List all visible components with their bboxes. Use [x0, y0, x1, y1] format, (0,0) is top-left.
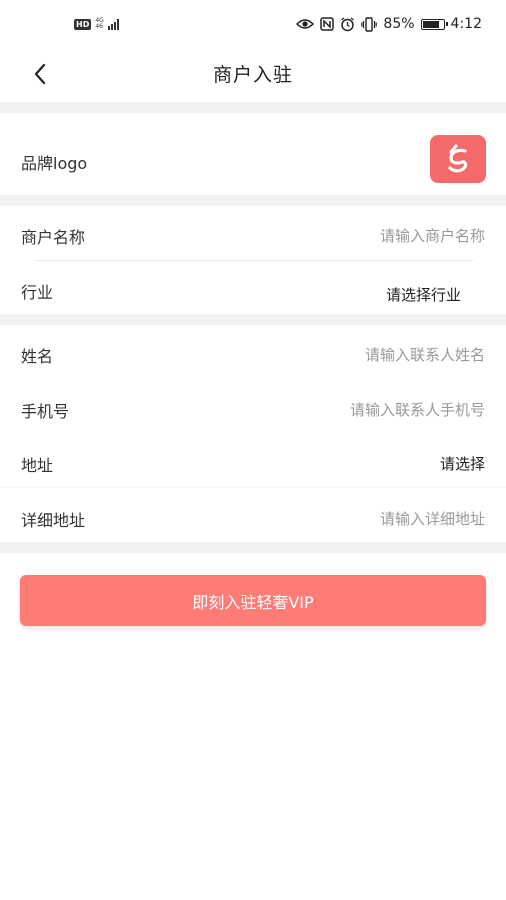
section-gap — [0, 542, 506, 553]
vibrate-icon — [361, 16, 378, 32]
address-label: 地址 — [21, 456, 54, 475]
contact-name-row[interactable]: 姓名 请输入联系人姓名 — [0, 325, 506, 379]
detail-address-label: 详细地址 — [21, 511, 86, 530]
nav-bar: 商户入驻 — [0, 46, 506, 102]
phone-label: 手机号 — [21, 402, 70, 421]
network-status: HD 4G 46 — [74, 16, 119, 32]
battery-level — [422, 20, 440, 28]
eye-icon — [296, 19, 315, 29]
brand-logo-label: 品牌logo — [21, 154, 88, 173]
merchant-name-input[interactable]: 请输入商户名称 — [380, 225, 485, 246]
section-gap — [0, 102, 506, 113]
network-type: 4G 46 — [95, 18, 103, 30]
merchant-name-row[interactable]: 商户名称 请输入商户名称 — [0, 206, 506, 260]
industry-row[interactable]: 行业 请选择行业 — [0, 261, 506, 314]
phone-input[interactable]: 请输入联系人手机号 — [350, 399, 485, 420]
clock: 4:12 — [450, 16, 482, 32]
detail-address-row[interactable]: 详细地址 请输入详细地址 — [0, 489, 506, 542]
industry-select[interactable]: 请选择行业 — [386, 284, 461, 305]
status-bar: HD 4G 46 85% 4:12 — [0, 0, 506, 46]
system-status: 85% 4:12 — [296, 14, 482, 34]
row-divider — [0, 487, 506, 488]
submit-button[interactable]: 即刻入驻轻奢VIP — [20, 575, 486, 626]
phone-row[interactable]: 手机号 请输入联系人手机号 — [0, 380, 506, 434]
industry-label: 行业 — [21, 283, 54, 302]
page-title: 商户入驻 — [212, 64, 293, 86]
network-type-bottom: 46 — [95, 23, 103, 30]
battery-icon — [420, 18, 448, 30]
signal-icon — [107, 18, 119, 30]
address-select[interactable]: 请选择 — [440, 453, 485, 474]
contact-name-input[interactable]: 请输入联系人姓名 — [365, 344, 485, 365]
section-gap — [0, 195, 506, 206]
address-row[interactable]: 地址 请选择 — [0, 434, 506, 488]
hd-badge: HD — [74, 18, 92, 30]
merchant-name-label: 商户名称 — [21, 228, 86, 247]
detail-address-input[interactable]: 请输入详细地址 — [380, 508, 485, 529]
brand-logo-upload[interactable] — [430, 135, 486, 183]
alarm-icon — [341, 16, 355, 31]
section-gap — [0, 314, 506, 325]
nfc-icon — [320, 17, 335, 31]
battery-percent: 85% — [383, 16, 415, 32]
contact-name-label: 姓名 — [21, 347, 54, 366]
brand-logo-icon — [448, 144, 468, 173]
